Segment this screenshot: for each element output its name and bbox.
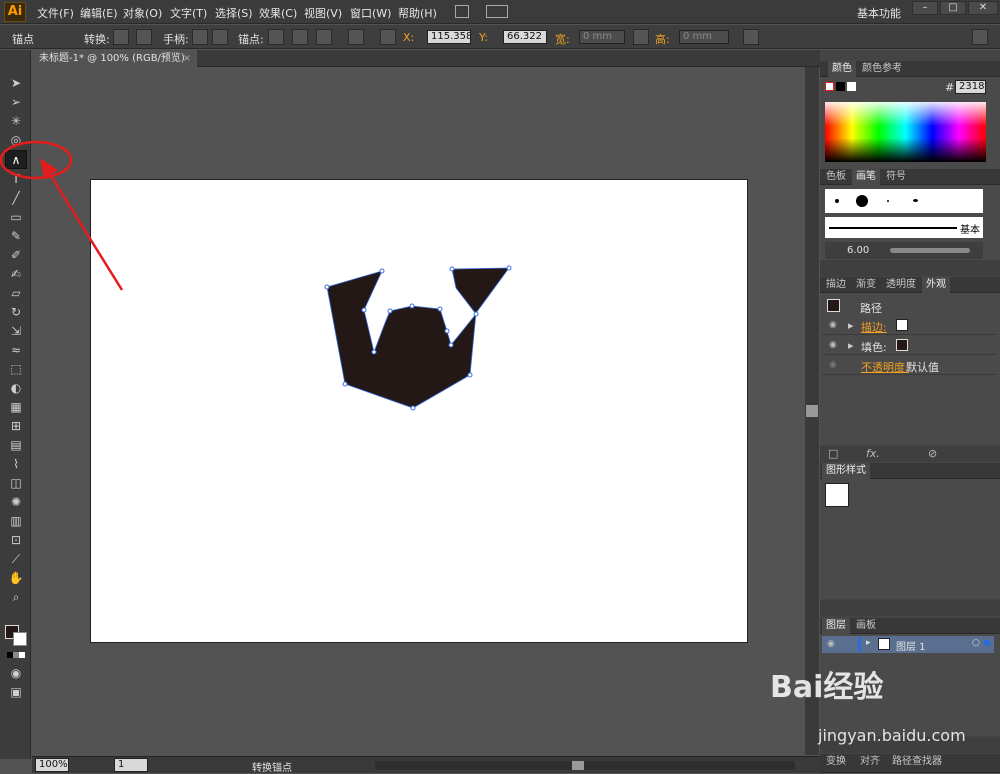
tab-stroke[interactable]: 描边 bbox=[822, 277, 850, 293]
tab-color-guide[interactable]: 颜色参考 bbox=[858, 61, 906, 77]
horizontal-scrollbar[interactable] bbox=[375, 761, 795, 770]
layer-target-icon[interactable]: ○ bbox=[972, 638, 980, 648]
anchor-point bbox=[379, 268, 385, 274]
anchor-point bbox=[473, 311, 479, 317]
brush-tip[interactable] bbox=[856, 195, 868, 207]
brush-panel-footer bbox=[820, 260, 1000, 276]
graphic-styles-tabs: 图形样式 bbox=[820, 463, 1000, 479]
appearance-title: 路径 bbox=[860, 302, 882, 315]
layer-visibility-icon[interactable]: ◉ bbox=[827, 639, 837, 649]
basic-stroke-line bbox=[829, 227, 957, 229]
anchor-point bbox=[437, 306, 443, 312]
brush-basic-label: 基本 bbox=[960, 225, 980, 236]
fill-label[interactable]: 填色: bbox=[861, 339, 887, 355]
watermark-logo: Bai经验 bbox=[770, 670, 884, 705]
color-spectrum[interactable] bbox=[825, 102, 986, 162]
black-swatch[interactable] bbox=[836, 82, 845, 91]
layer-name[interactable]: 图层 1 bbox=[896, 638, 926, 653]
anchor-point bbox=[448, 342, 454, 348]
tab-appearance[interactable]: 外观 bbox=[922, 277, 950, 293]
white-swatch[interactable] bbox=[847, 82, 856, 91]
brush-tip-row[interactable] bbox=[825, 189, 983, 213]
anchor-point bbox=[342, 381, 348, 387]
anchor-point bbox=[449, 266, 455, 272]
fill-color-swatch[interactable] bbox=[896, 339, 908, 351]
stroke-none-swatch[interactable] bbox=[896, 319, 908, 331]
brush-tip[interactable] bbox=[887, 200, 889, 202]
expand-arrow-icon[interactable]: ▸ bbox=[848, 339, 854, 352]
tab-layers[interactable]: 图层 bbox=[822, 618, 850, 634]
opacity-label[interactable]: 不透明度: bbox=[861, 359, 909, 375]
layer-thumbnail bbox=[878, 638, 890, 650]
layer-color-bar bbox=[858, 637, 861, 652]
appearance-opacity-row[interactable]: ◉ 不透明度: 默认值 bbox=[822, 356, 996, 375]
default-style-swatch[interactable] bbox=[825, 483, 849, 507]
anchor-point bbox=[371, 349, 377, 355]
brush-tip[interactable] bbox=[835, 199, 839, 203]
vertical-scrollbar[interactable] bbox=[805, 67, 819, 755]
anchor-point bbox=[410, 405, 416, 411]
brush-tip[interactable] bbox=[913, 199, 918, 202]
tab-swatches[interactable]: 色板 bbox=[822, 169, 850, 185]
clear-appearance-icon[interactable]: ⊘ bbox=[928, 447, 937, 460]
opacity-value: 默认值 bbox=[906, 361, 939, 374]
tab-transparency[interactable]: 透明度 bbox=[882, 277, 920, 293]
hex-field[interactable]: 231815 bbox=[955, 80, 986, 94]
graphic-styles-footer bbox=[820, 600, 1000, 616]
selected-path-shape[interactable] bbox=[326, 267, 510, 409]
transform-panel-tabs: 变换 对齐 路径查找器 bbox=[820, 754, 1000, 773]
tab-pathfinder[interactable]: 路径查找器 bbox=[888, 754, 946, 770]
annotation-circle bbox=[0, 140, 73, 180]
anchor-point bbox=[361, 307, 367, 313]
hex-label: # bbox=[945, 81, 955, 94]
tab-artboards[interactable]: 画板 bbox=[852, 618, 880, 634]
visibility-eye-icon[interactable]: ◉ bbox=[829, 340, 839, 350]
zoom-field[interactable]: 100% bbox=[35, 758, 69, 772]
color-panel-tabs: 颜色 颜色参考 bbox=[820, 61, 1000, 77]
layer-row[interactable]: ◉ ▸ 图层 1 ○ bbox=[822, 636, 994, 653]
anchor-point bbox=[506, 265, 512, 271]
brush-size-label: 6.00 bbox=[847, 245, 870, 256]
appearance-panel-footer: □ fx. ⊘ bbox=[820, 446, 1000, 462]
annotation-arrow-line bbox=[44, 167, 124, 291]
brush-size-row[interactable]: 6.00 bbox=[825, 242, 983, 259]
anchor-point bbox=[387, 308, 393, 314]
tab-transform[interactable]: 变换 bbox=[822, 754, 850, 770]
status-bar: 100% 1 转换锚点 bbox=[32, 756, 820, 774]
visibility-eye-icon[interactable]: ◉ bbox=[829, 320, 839, 330]
tab-brushes[interactable]: 画笔 bbox=[852, 169, 880, 185]
current-tool-status: 转换锚点 bbox=[252, 763, 292, 774]
appearance-fill-row[interactable]: ◉ ▸ 填色: bbox=[822, 336, 996, 355]
anchor-point bbox=[467, 372, 473, 378]
expand-arrow-icon[interactable]: ▸ bbox=[848, 319, 854, 332]
layer-expand-icon[interactable]: ▸ bbox=[866, 638, 871, 648]
layer-selection-indicator[interactable] bbox=[984, 640, 990, 646]
tab-color[interactable]: 颜色 bbox=[828, 61, 856, 77]
tab-gradient[interactable]: 渐变 bbox=[852, 277, 880, 293]
brush-stroke-preview bbox=[890, 248, 970, 253]
tab-graphic-styles[interactable]: 图形样式 bbox=[822, 463, 870, 479]
stroke-label[interactable]: 描边: bbox=[861, 319, 887, 335]
fx-icon[interactable]: fx. bbox=[866, 447, 880, 460]
brush-basic-row[interactable]: 基本 bbox=[825, 217, 983, 238]
vertical-scroll-thumb[interactable] bbox=[806, 405, 818, 417]
appearance-stroke-row[interactable]: ◉ ▸ 描边: bbox=[822, 316, 996, 335]
horizontal-scroll-thumb[interactable] bbox=[572, 761, 584, 770]
appearance-panel-tabs: 描边 渐变 透明度 外观 bbox=[820, 277, 1000, 293]
path-thumbnail bbox=[827, 299, 840, 312]
anchor-point bbox=[444, 328, 450, 334]
new-stroke-icon[interactable]: □ bbox=[828, 447, 838, 460]
none-swatch-icon[interactable] bbox=[825, 82, 834, 91]
visibility-eye-icon[interactable]: ◉ bbox=[829, 360, 839, 370]
tab-align[interactable]: 对齐 bbox=[856, 754, 884, 770]
layers-panel-tabs: 图层 画板 bbox=[820, 618, 1000, 634]
anchor-point bbox=[324, 284, 330, 290]
watermark-url: jingyan.baidu.com bbox=[818, 726, 966, 745]
brush-panel-tabs: 色板 画笔 符号 bbox=[820, 169, 1000, 185]
anchor-point bbox=[409, 303, 415, 309]
tab-symbols[interactable]: 符号 bbox=[882, 169, 910, 185]
artboard-number-field[interactable]: 1 bbox=[114, 758, 148, 772]
